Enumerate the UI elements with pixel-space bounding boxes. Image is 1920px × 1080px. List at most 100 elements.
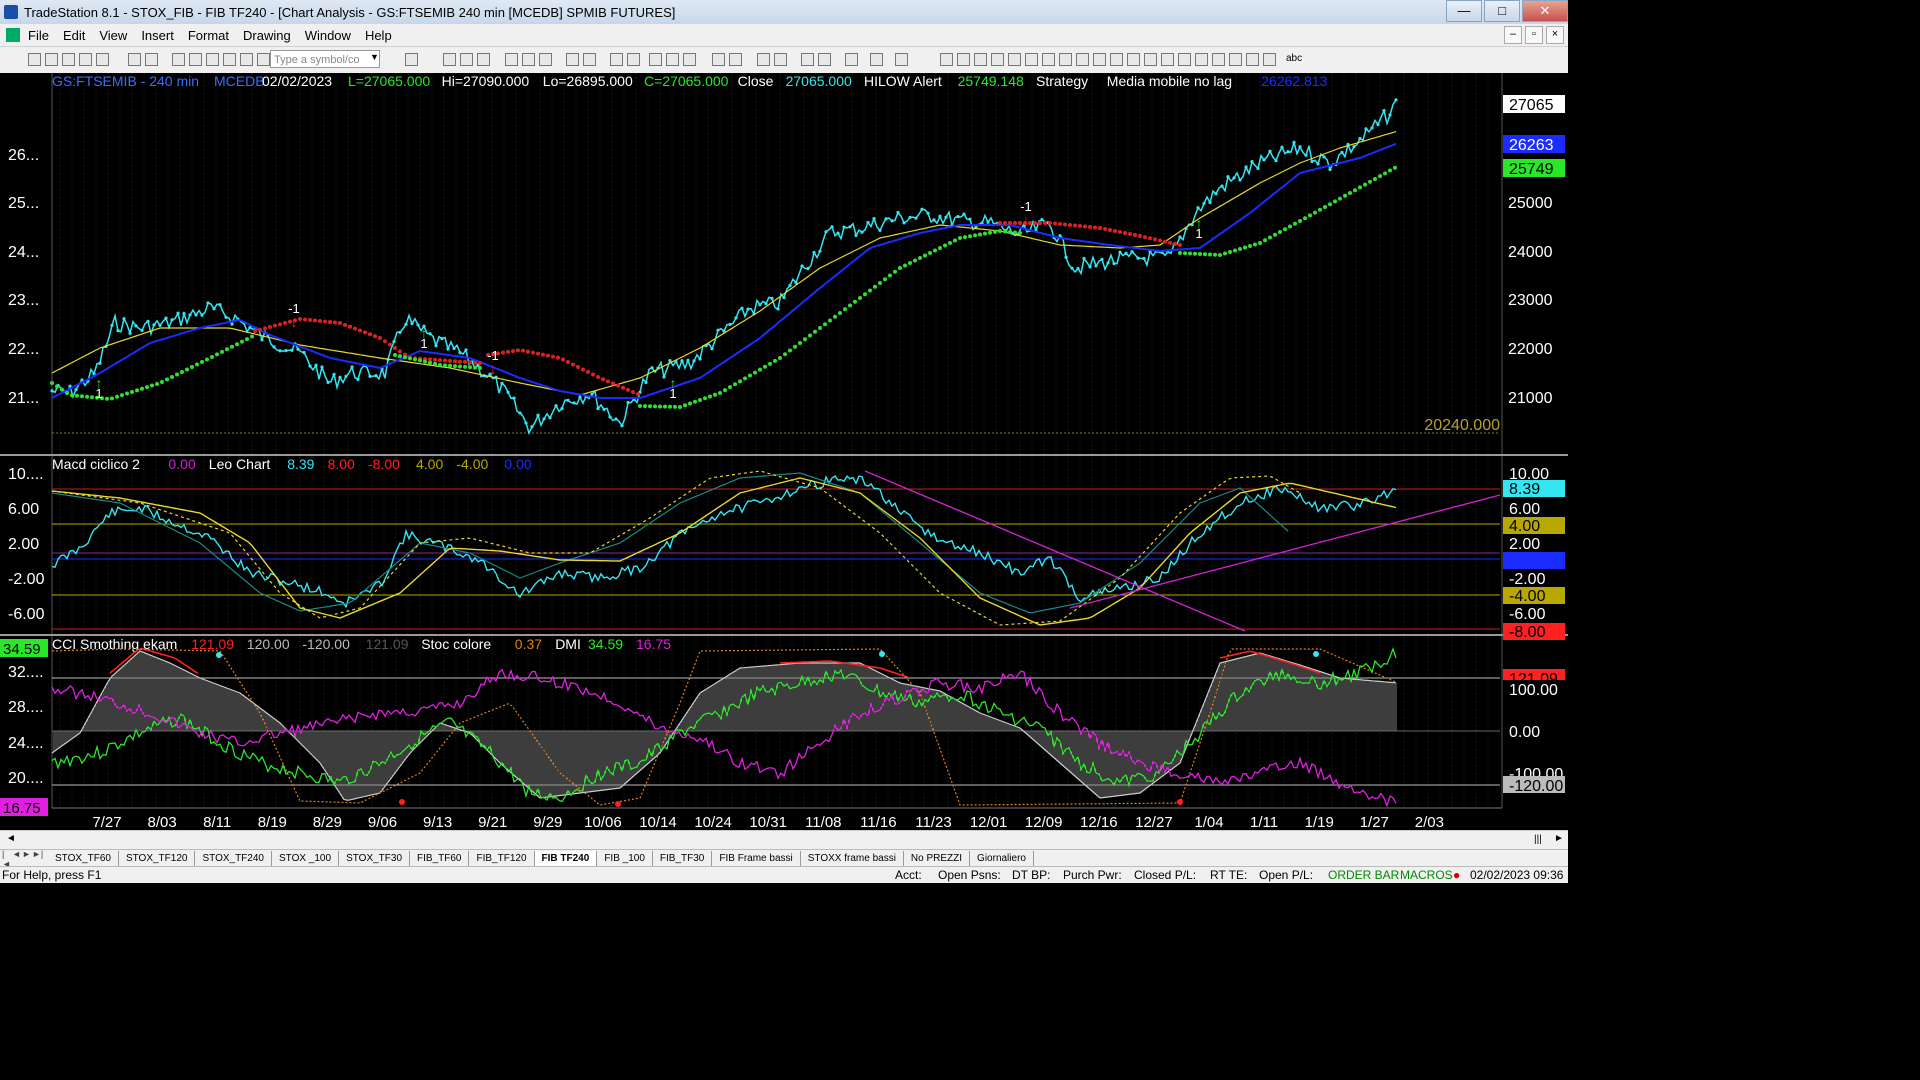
toolbar-button-icon[interactable] [477,53,490,66]
toolbar-button-icon[interactable] [566,53,579,66]
menu-insert[interactable]: Insert [141,28,174,43]
close-button[interactable]: ✕ [1522,0,1568,22]
toolbar-button-icon[interactable] [957,53,970,66]
toolbar-button-icon[interactable] [845,53,858,66]
toolbar-button-icon[interactable] [1178,53,1191,66]
minimize-button[interactable]: — [1446,0,1482,22]
symbol-dropdown-icon[interactable]: ▼ [370,52,379,62]
toolbar-button-icon[interactable] [801,53,814,66]
toolbar-button-icon[interactable] [895,53,908,66]
toolbar-button-icon[interactable] [870,53,883,66]
workspace-tab[interactable]: FIB_TF120 [469,851,535,866]
symbol-input[interactable]: Type a symbol/co [270,50,380,68]
toolbar-button-icon[interactable] [1093,53,1106,66]
toolbar-button-icon[interactable] [460,53,473,66]
toolbar-button-icon[interactable] [1212,53,1225,66]
mdi-close-button[interactable]: × [1546,26,1564,44]
order-bar-label[interactable]: ORDER BAR [1328,868,1399,882]
toolbar-button-icon[interactable] [774,53,787,66]
workspace-tab[interactable]: STOX_TF120 [119,851,196,866]
toolbar-button-icon[interactable] [62,53,75,66]
toolbar-button-icon[interactable] [539,53,552,66]
menu-edit[interactable]: Edit [63,28,85,43]
menu-format[interactable]: Format [188,28,229,43]
toolbar-button-icon[interactable] [79,53,92,66]
toolbar-button-icon[interactable] [583,53,596,66]
maximize-button[interactable]: □ [1484,0,1520,22]
toolbar-button-icon[interactable] [189,53,202,66]
toolbar-button-icon[interactable] [443,53,456,66]
toolbar-button-icon[interactable] [1127,53,1140,66]
workspace-tab[interactable]: STOX_TF240 [195,851,272,866]
horizontal-scrollbar[interactable]: ◄ ||| ► [0,830,1568,849]
toolbar-button-icon[interactable] [1246,53,1259,66]
scroll-left-icon[interactable]: ◄ [6,833,16,844]
price-dot [452,346,456,351]
workspace-tab[interactable]: STOX_TF60 [48,851,119,866]
price-dot [800,264,804,268]
toolbar-button-icon[interactable] [1025,53,1038,66]
toolbar-button-icon[interactable] [666,53,679,66]
workspace-tab[interactable]: FIB Frame bassi [712,851,801,866]
toolbar-button-icon[interactable] [240,53,253,66]
toolbar-button-icon[interactable] [405,53,418,66]
toolbar-button-icon[interactable] [505,53,518,66]
hilow-support-dot [220,349,224,354]
abc-text-tool[interactable]: abc [1286,53,1302,64]
workspace-tab[interactable]: STOX_TF30 [339,851,411,866]
toolbar-button-icon[interactable] [683,53,696,66]
toolbar-button-icon[interactable] [1229,53,1242,66]
toolbar-button-icon[interactable] [522,53,535,66]
toolbar-button-icon[interactable] [627,53,640,66]
toolbar-button-icon[interactable] [1263,53,1276,66]
mdi-restore-button[interactable]: ▫ [1525,26,1543,44]
toolbar-button-icon[interactable] [991,53,1004,66]
workspace-tab[interactable]: FIB TF240 [534,851,598,866]
menu-window[interactable]: Window [305,28,351,43]
menu-file[interactable]: File [28,28,49,43]
toolbar-button-icon[interactable] [172,53,185,66]
scroll-right-icon[interactable]: ► [1554,833,1564,844]
toolbar-button-icon[interactable] [145,53,158,66]
toolbar-button-icon[interactable] [729,53,742,66]
workspace-tab[interactable]: STOX _100 [272,851,340,866]
toolbar-button-icon[interactable] [1076,53,1089,66]
toolbar-button-icon[interactable] [974,53,987,66]
toolbar-button-icon[interactable] [1110,53,1123,66]
toolbar-button-icon[interactable] [610,53,623,66]
menu-help[interactable]: Help [365,28,392,43]
chart-area[interactable]: GS:FTSEMIB - 240 min MCEDB 02/02/2023 L=270… [0,73,1568,835]
menu-drawing[interactable]: Drawing [243,28,291,43]
toolbar-button-icon[interactable] [712,53,725,66]
mdi-minimize-button[interactable]: – [1504,26,1522,44]
macros-label[interactable]: MACROS [1400,868,1453,882]
toolbar-button-icon[interactable] [28,53,41,66]
chart-svg[interactable]: GS:FTSEMIB - 240 min MCEDB02/02/2023 L=270… [0,73,1568,831]
workspace-tab[interactable]: Giornaliero [970,851,1034,866]
toolbar-button-icon[interactable] [96,53,109,66]
toolbar-button-icon[interactable] [1195,53,1208,66]
document-icon[interactable] [6,28,20,42]
toolbar-button-icon[interactable] [1144,53,1157,66]
workspace-tab[interactable]: FIB _100 [597,851,653,866]
menu-view[interactable]: View [99,28,127,43]
toolbar-button-icon[interactable] [1008,53,1021,66]
toolbar-button-icon[interactable] [206,53,219,66]
toolbar-button-icon[interactable] [1042,53,1055,66]
scroll-thumb[interactable]: ||| [1534,834,1542,845]
toolbar-button-icon[interactable] [223,53,236,66]
toolbar-button-icon[interactable] [128,53,141,66]
toolbar-button-icon[interactable] [1161,53,1174,66]
toolbar-button-icon[interactable] [649,53,662,66]
toolbar-button-icon[interactable] [1059,53,1072,66]
workspace-tab[interactable]: No PREZZI [904,851,971,866]
hilow-resistance-dot [1098,226,1102,230]
toolbar-button-icon[interactable] [940,53,953,66]
toolbar-button-icon[interactable] [45,53,58,66]
workspace-tab[interactable]: STOXX frame bassi [801,851,904,866]
workspace-tab[interactable]: FIB_TF60 [410,851,470,866]
toolbar-button-icon[interactable] [257,53,270,66]
toolbar-button-icon[interactable] [818,53,831,66]
toolbar-button-icon[interactable] [757,53,770,66]
workspace-tab[interactable]: FIB_TF30 [653,851,713,866]
